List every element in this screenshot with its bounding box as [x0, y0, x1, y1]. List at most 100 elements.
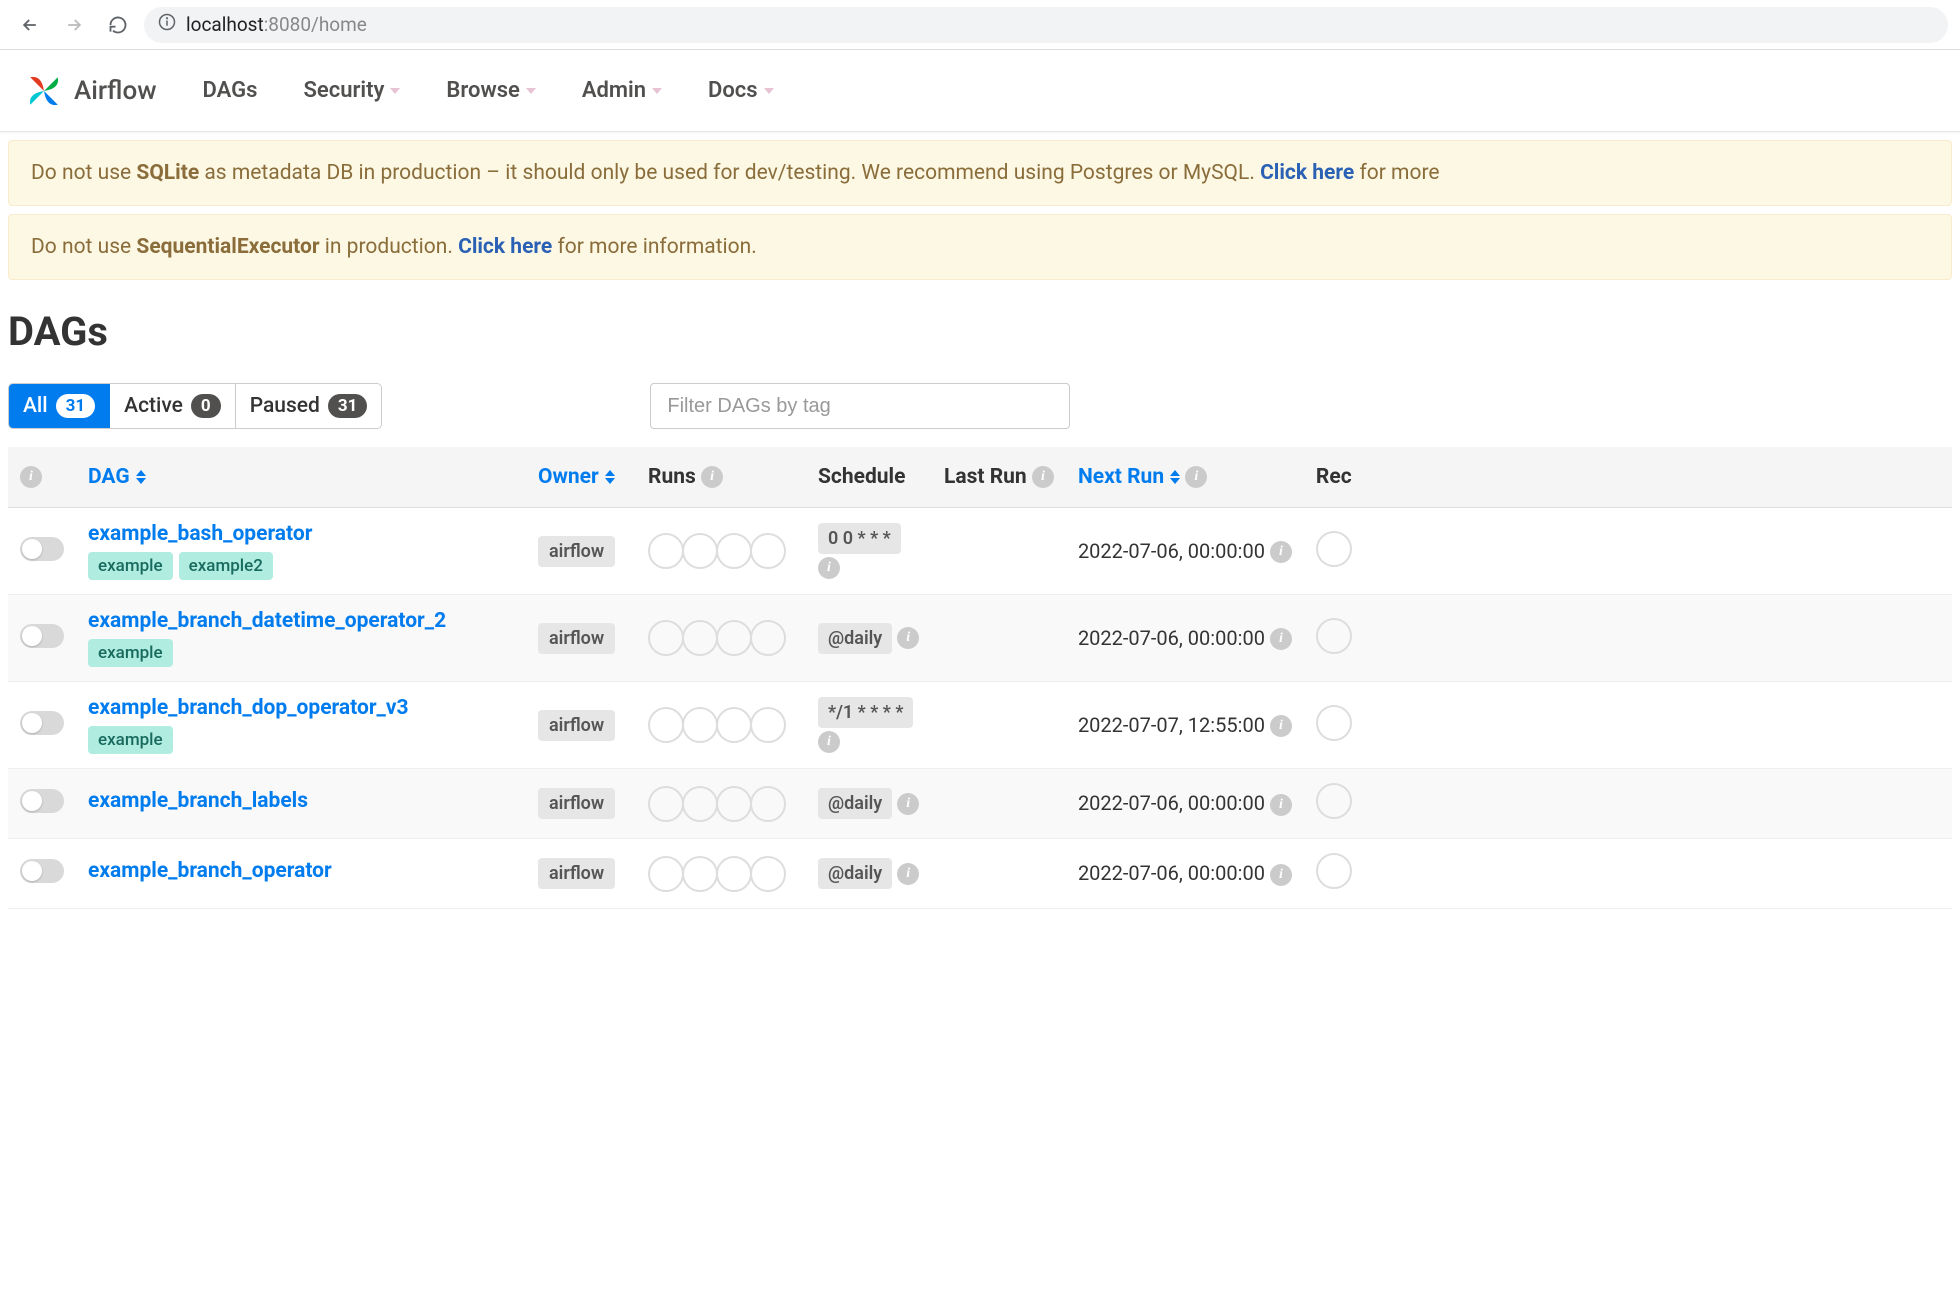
info-icon[interactable]: i [1270, 628, 1292, 650]
run-circle[interactable] [682, 707, 718, 743]
recent-task-circle[interactable] [1316, 705, 1352, 741]
chevron-down-icon [526, 88, 536, 94]
info-icon[interactable]: i [897, 793, 919, 815]
run-circle[interactable] [682, 856, 718, 892]
filter-paused-button[interactable]: Paused 31 [236, 384, 382, 428]
run-circle[interactable] [648, 533, 684, 569]
app-name: Airflow [74, 76, 157, 106]
dag-link[interactable]: example_branch_operator [88, 859, 514, 883]
info-icon[interactable]: i [1032, 466, 1054, 488]
browser-url-bar[interactable]: localhost:8080/home [144, 7, 1948, 43]
last-run-cell [932, 682, 1066, 769]
col-nextrun[interactable]: Next Run i [1066, 447, 1304, 508]
run-circle[interactable] [682, 620, 718, 656]
run-circle[interactable] [750, 786, 786, 822]
dag-link[interactable]: example_branch_dop_operator_v3 [88, 696, 514, 720]
run-circle[interactable] [750, 620, 786, 656]
owner-label[interactable]: airflow [538, 788, 615, 819]
nav-browse[interactable]: Browse [446, 78, 535, 103]
schedule-label[interactable]: 0 0 * * * [818, 523, 901, 554]
schedule-label[interactable]: @daily [818, 858, 892, 889]
browser-reload-button[interactable] [100, 7, 136, 43]
recent-task-circle[interactable] [1316, 618, 1352, 654]
browser-back-button[interactable] [12, 7, 48, 43]
info-icon[interactable]: i [897, 627, 919, 649]
col-dag[interactable]: DAG [76, 447, 526, 508]
run-circle[interactable] [716, 620, 752, 656]
run-circle[interactable] [750, 707, 786, 743]
filter-all-button[interactable]: All 31 [9, 384, 110, 428]
info-icon[interactable]: i [818, 731, 840, 753]
recent-task-circle[interactable] [1316, 531, 1352, 567]
run-circle[interactable] [682, 533, 718, 569]
last-run-cell [932, 769, 1066, 839]
info-icon[interactable]: i [897, 863, 919, 885]
owner-label[interactable]: airflow [538, 536, 615, 567]
main-navbar: Airflow DAGs Security Browse Admin Docs [0, 50, 1960, 132]
browser-toolbar: localhost:8080/home [0, 0, 1960, 50]
filter-active-badge: 0 [191, 394, 221, 418]
info-icon[interactable]: i [818, 557, 840, 579]
pause-toggle[interactable] [20, 624, 64, 648]
sort-icon [605, 470, 615, 484]
col-lastrun: Last Run i [932, 447, 1066, 508]
run-circle[interactable] [682, 786, 718, 822]
dag-link[interactable]: example_branch_labels [88, 789, 514, 813]
filter-active-button[interactable]: Active 0 [110, 384, 236, 428]
nav-security[interactable]: Security [303, 78, 400, 103]
table-row: example_branch_dop_operator_v3example air… [8, 682, 1952, 769]
owner-label[interactable]: airflow [538, 710, 615, 741]
info-icon[interactable]: i [1270, 794, 1292, 816]
info-icon[interactable]: i [701, 466, 723, 488]
last-run-cell [932, 839, 1066, 909]
recent-task-circle[interactable] [1316, 853, 1352, 889]
page-title: DAGs [8, 308, 1952, 355]
run-circle[interactable] [648, 856, 684, 892]
recent-task-circle[interactable] [1316, 783, 1352, 819]
run-circle[interactable] [716, 856, 752, 892]
schedule-label[interactable]: */1 * * * * [818, 697, 913, 728]
browser-forward-button[interactable] [56, 7, 92, 43]
dag-tag[interactable]: example [88, 726, 173, 754]
dag-tag[interactable]: example [88, 639, 173, 667]
run-circle[interactable] [750, 856, 786, 892]
run-circle[interactable] [750, 533, 786, 569]
run-circles [648, 707, 794, 743]
owner-label[interactable]: airflow [538, 858, 615, 889]
chevron-down-icon [652, 88, 662, 94]
run-circle[interactable] [716, 707, 752, 743]
filter-tag-input[interactable] [650, 383, 1070, 429]
nav-docs[interactable]: Docs [708, 78, 774, 103]
pause-toggle[interactable] [20, 859, 64, 883]
info-icon[interactable]: i [1185, 466, 1207, 488]
schedule-label[interactable]: @daily [818, 623, 892, 654]
info-icon[interactable]: i [1270, 715, 1292, 737]
pause-toggle[interactable] [20, 537, 64, 561]
owner-label[interactable]: airflow [538, 623, 615, 654]
run-circles [648, 533, 794, 569]
dag-tag[interactable]: example2 [179, 552, 273, 580]
run-circle[interactable] [716, 533, 752, 569]
col-owner[interactable]: Owner [526, 447, 636, 508]
run-circle[interactable] [648, 620, 684, 656]
info-icon[interactable]: i [20, 466, 42, 488]
alert-sqlite-link[interactable]: Click here [1260, 161, 1354, 185]
alert-sequential-link[interactable]: Click here [458, 235, 552, 259]
nav-admin[interactable]: Admin [582, 78, 662, 103]
dag-link[interactable]: example_bash_operator [88, 522, 514, 546]
schedule-label[interactable]: @daily [818, 788, 892, 819]
site-info-icon[interactable] [158, 13, 176, 36]
info-icon[interactable]: i [1270, 541, 1292, 563]
nav-dags[interactable]: DAGs [203, 78, 258, 103]
run-circle[interactable] [716, 786, 752, 822]
pause-toggle[interactable] [20, 789, 64, 813]
run-circle[interactable] [648, 786, 684, 822]
pause-toggle[interactable] [20, 711, 64, 735]
run-circle[interactable] [648, 707, 684, 743]
dag-tag[interactable]: example [88, 552, 173, 580]
dag-link[interactable]: example_branch_datetime_operator_2 [88, 609, 514, 633]
last-run-cell [932, 508, 1066, 595]
app-logo[interactable]: Airflow [24, 71, 157, 111]
info-icon[interactable]: i [1270, 864, 1292, 886]
col-info: i [8, 447, 76, 508]
